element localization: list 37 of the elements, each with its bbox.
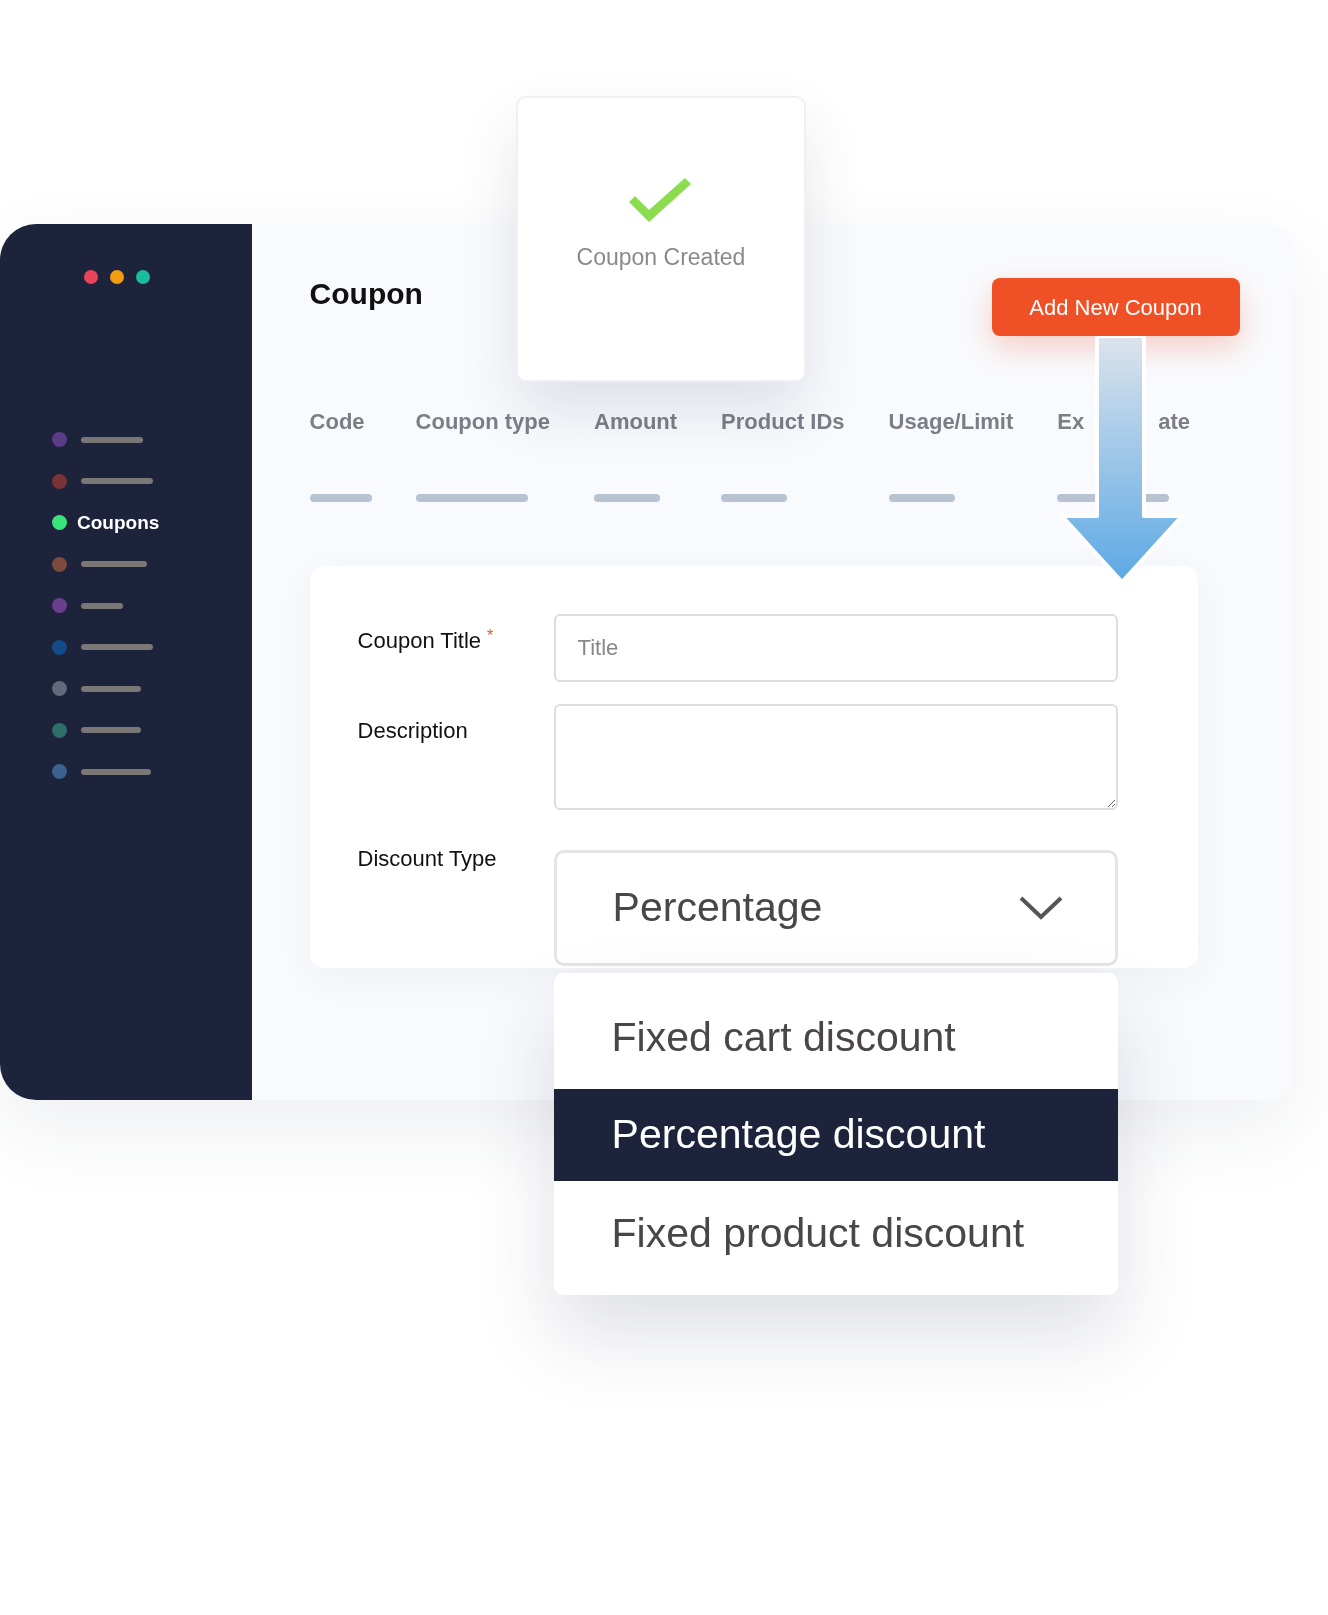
column-header: ate — [1158, 408, 1190, 436]
dropdown-option[interactable]: Fixed product discount — [553, 1181, 1118, 1295]
column-header: Usage/Limit — [888, 408, 1014, 436]
chevron-down-icon — [1018, 896, 1063, 920]
dropdown-option[interactable]: Fixed cart discount — [553, 973, 1118, 1089]
title-field[interactable]: Title — [553, 614, 1118, 682]
placeholder-bar[interactable] — [81, 644, 153, 651]
placeholder-bar — [888, 494, 955, 502]
window-control-dot[interactable] — [84, 270, 98, 284]
notification-text: Coupon Created — [576, 243, 746, 272]
placeholder-bar — [721, 494, 788, 502]
window-control-dot[interactable] — [110, 270, 124, 284]
window-control-dot[interactable] — [136, 270, 150, 284]
placeholder-bar[interactable] — [81, 685, 141, 692]
field-label: Discount Type — [357, 846, 497, 871]
placeholder-bar — [309, 494, 372, 502]
placeholder-bar[interactable] — [81, 602, 123, 609]
column-header: Amount — [594, 408, 678, 436]
placeholder-bar[interactable] — [81, 727, 141, 734]
required-asterisk: * — [487, 627, 494, 644]
page-title: Coupon — [309, 276, 423, 312]
field-label: Coupon Title — [357, 628, 482, 653]
placeholder-bar[interactable] — [81, 561, 147, 568]
discount-type-select[interactable]: Percentage — [553, 850, 1118, 966]
placeholder-bar[interactable] — [81, 768, 151, 775]
column-header: Code — [309, 408, 365, 436]
sidebar-item[interactable]: Coupons — [77, 508, 160, 537]
placeholder-bar[interactable] — [81, 436, 143, 443]
placeholder-bar[interactable] — [81, 478, 153, 485]
column-header: Ex — [1057, 408, 1085, 436]
placeholder-bar — [594, 494, 660, 502]
field-label: Description — [357, 718, 468, 743]
column-header: Coupon type — [415, 408, 550, 436]
column-header: Product IDs — [721, 408, 845, 436]
dropdown-option[interactable]: Percentage discount — [553, 1089, 1118, 1181]
description-field[interactable] — [553, 704, 1118, 810]
add-coupon-button[interactable]: Add New Coupon — [991, 278, 1240, 336]
